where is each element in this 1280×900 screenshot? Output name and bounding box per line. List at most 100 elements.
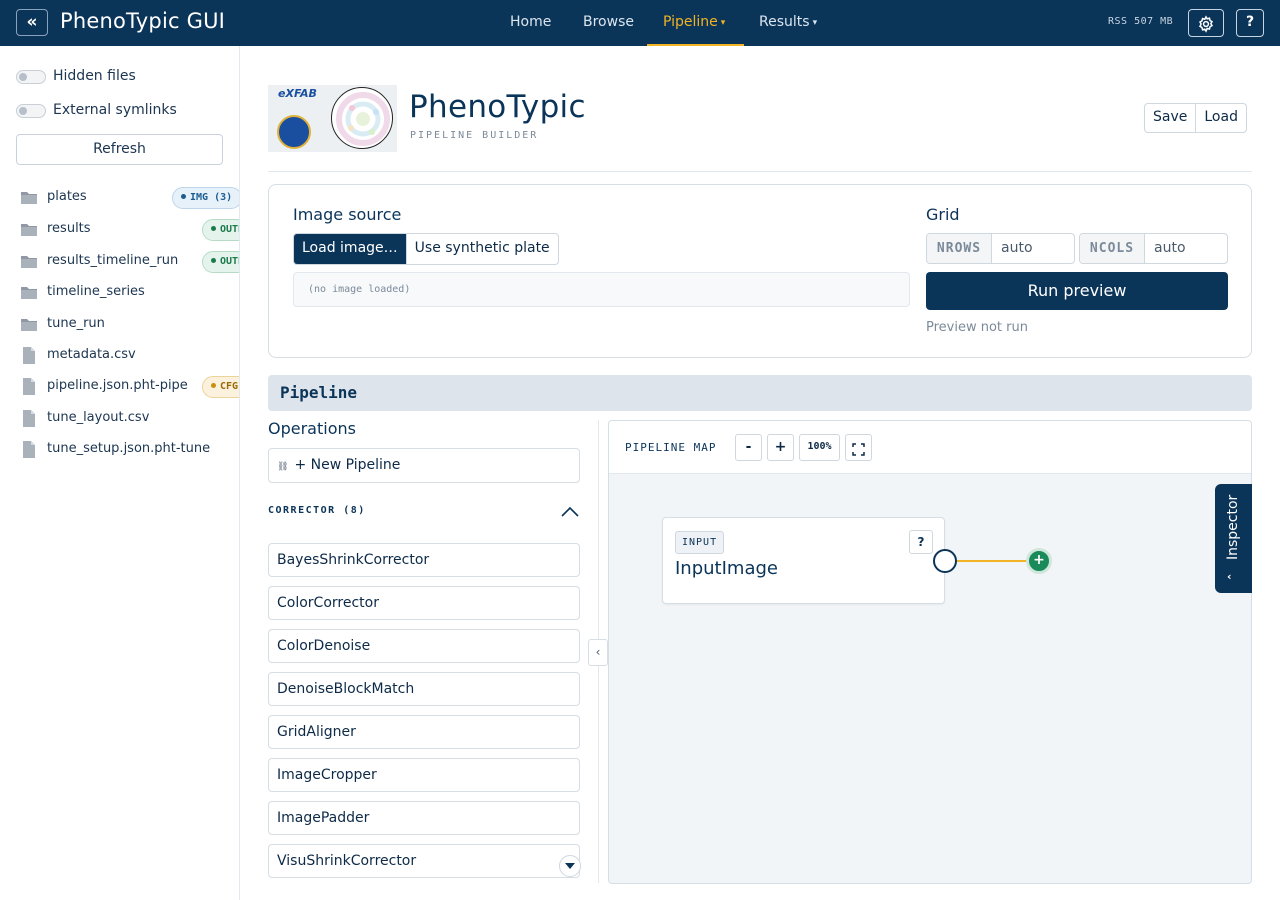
fullscreen-icon bbox=[852, 443, 865, 456]
memory-readout: RSS 507 MB bbox=[1108, 16, 1174, 27]
file-icon bbox=[23, 410, 35, 427]
collapse-operations-button[interactable]: ‹ bbox=[588, 639, 608, 666]
external-symlinks-toggle[interactable] bbox=[16, 104, 46, 118]
inspector-tab[interactable]: Inspector ‹ bbox=[1215, 484, 1252, 593]
new-pipeline-button[interactable]: ⛓ + New Pipeline bbox=[268, 448, 580, 483]
save-button[interactable]: Save bbox=[1145, 104, 1195, 132]
file-name: plates bbox=[47, 189, 87, 204]
hidden-files-toggle[interactable] bbox=[16, 70, 46, 84]
scroll-down-button[interactable] bbox=[559, 855, 581, 877]
grid-label: Grid bbox=[926, 205, 960, 224]
file-item-timeline-series[interactable]: timeline_series bbox=[20, 282, 239, 304]
nav-home[interactable]: Home bbox=[510, 0, 551, 46]
file-name: metadata.csv bbox=[47, 347, 136, 362]
node-name: InputImage bbox=[675, 558, 778, 579]
nav-pipeline-label: Pipeline bbox=[663, 14, 718, 30]
file-item-results-timeline-run[interactable]: results_timeline_run OUTPUT bbox=[20, 251, 239, 273]
nsf-seal-icon bbox=[277, 115, 311, 149]
chevron-down-icon: ▾ bbox=[720, 18, 726, 28]
image-count-badge: IMG (3) bbox=[172, 187, 239, 209]
operation-item[interactable]: GridAligner bbox=[268, 715, 580, 749]
node-help-button[interactable]: ? bbox=[909, 530, 933, 554]
operation-item[interactable]: ImagePadder bbox=[268, 801, 580, 835]
pipeline-map[interactable]: PIPELINE MAP - + 100% INPUT ? InputImage… bbox=[608, 420, 1252, 884]
ncols-label: NCOLS bbox=[1080, 234, 1145, 263]
collapse-sidebar-button[interactable]: « bbox=[16, 9, 48, 36]
file-sidebar: Hidden files External symlinks Refresh p… bbox=[0, 46, 240, 900]
folder-icon bbox=[21, 224, 37, 236]
file-icon bbox=[23, 347, 35, 364]
inspector-label: Inspector bbox=[1225, 494, 1241, 560]
folder-icon bbox=[21, 287, 37, 299]
chevron-up-icon[interactable] bbox=[560, 505, 580, 519]
file-name: tune_layout.csv bbox=[47, 410, 150, 425]
phenotypic-circle-logo bbox=[331, 87, 393, 149]
output-badge: OUTPUT bbox=[202, 251, 239, 273]
file-item-tune-setup-json[interactable]: tune_setup.json.pht-tune bbox=[20, 439, 239, 461]
ncols-input[interactable]: auto bbox=[1145, 234, 1227, 263]
config-badge: CFG bbox=[202, 376, 239, 398]
file-name: timeline_series bbox=[47, 284, 145, 299]
help-button[interactable]: ? bbox=[1236, 9, 1264, 37]
add-node-button[interactable]: + bbox=[1026, 548, 1052, 574]
file-item-pipeline-json[interactable]: pipeline.json.pht-pipe CFG bbox=[20, 376, 239, 398]
file-name: tune_run bbox=[47, 316, 105, 331]
nav-browse[interactable]: Browse bbox=[583, 0, 634, 46]
top-navbar: « PhenoTypic GUI Home Browse Pipeline ▾ R… bbox=[0, 0, 1280, 46]
nav-pipeline[interactable]: Pipeline ▾ bbox=[647, 0, 744, 46]
caret-down-icon bbox=[565, 863, 575, 869]
source-card: Image source Load image… Use synthetic p… bbox=[268, 184, 1252, 358]
page-subtitle: PIPELINE BUILDER bbox=[410, 130, 539, 141]
load-button[interactable]: Load bbox=[1195, 104, 1246, 132]
nav-results[interactable]: Results ▾ bbox=[759, 0, 817, 46]
file-name: tune_setup.json.pht-tune bbox=[47, 441, 211, 456]
pipeline-section-title: Pipeline bbox=[280, 383, 358, 402]
zoom-in-button[interactable]: + bbox=[767, 434, 794, 461]
file-item-metadata-csv[interactable]: metadata.csv bbox=[20, 345, 239, 367]
file-item-tune-layout-csv[interactable]: tune_layout.csv bbox=[20, 408, 239, 430]
run-preview-button[interactable]: Run preview bbox=[926, 272, 1228, 310]
nav-home-label: Home bbox=[510, 14, 552, 30]
output-port[interactable] bbox=[933, 549, 957, 573]
settings-button[interactable] bbox=[1188, 9, 1224, 37]
operations-title: Operations bbox=[268, 419, 356, 438]
ncols-field[interactable]: NCOLS auto bbox=[1079, 233, 1228, 264]
output-badge: OUTPUT bbox=[202, 219, 239, 241]
chain-icon: ⛓ bbox=[277, 462, 289, 472]
image-source-label: Image source bbox=[293, 205, 402, 224]
logo: eXFAB bbox=[268, 85, 397, 152]
file-item-results[interactable]: results OUTPUT bbox=[20, 219, 239, 241]
operation-item[interactable]: VisuShrinkCorrector bbox=[268, 844, 580, 878]
nav-browse-label: Browse bbox=[583, 14, 634, 30]
operation-item[interactable]: ImageCropper bbox=[268, 758, 580, 792]
connection-edge bbox=[957, 560, 1027, 562]
synthetic-plate-button[interactable]: Use synthetic plate bbox=[405, 234, 558, 264]
image-status-field: (no image loaded) bbox=[293, 272, 910, 307]
pipeline-section-header: Pipeline bbox=[268, 375, 1252, 411]
file-item-plates[interactable]: plates IMG (3) bbox=[20, 187, 239, 209]
zoom-level-button[interactable]: 100% bbox=[799, 434, 840, 461]
new-pipeline-label: + New Pipeline bbox=[294, 457, 401, 473]
nrows-input[interactable]: auto bbox=[992, 234, 1074, 263]
external-symlinks-label: External symlinks bbox=[53, 102, 177, 118]
nrows-field[interactable]: NROWS auto bbox=[926, 233, 1075, 264]
operation-item[interactable]: BayesShrinkCorrector bbox=[268, 543, 580, 577]
image-source-toggle: Load image… Use synthetic plate bbox=[293, 233, 559, 265]
file-icon bbox=[23, 378, 35, 395]
fullscreen-button[interactable] bbox=[845, 434, 872, 461]
folder-icon bbox=[21, 319, 37, 331]
operation-item[interactable]: ColorDenoise bbox=[268, 629, 580, 663]
operation-item[interactable]: ColorCorrector bbox=[268, 586, 580, 620]
file-item-tune-run[interactable]: tune_run bbox=[20, 314, 239, 336]
folder-icon bbox=[21, 256, 37, 268]
zoom-out-button[interactable]: - bbox=[735, 434, 762, 461]
nav-results-label: Results bbox=[759, 14, 810, 30]
gear-icon bbox=[1198, 15, 1214, 33]
load-image-button[interactable]: Load image… bbox=[294, 234, 406, 264]
chevron-down-icon: ▾ bbox=[812, 18, 818, 28]
corrector-group-title: CORRECTOR (8) bbox=[268, 505, 366, 516]
input-image-node[interactable]: INPUT ? InputImage bbox=[662, 517, 945, 604]
refresh-button[interactable]: Refresh bbox=[16, 134, 223, 165]
file-icon bbox=[23, 441, 35, 458]
operation-item[interactable]: DenoiseBlockMatch bbox=[268, 672, 580, 706]
